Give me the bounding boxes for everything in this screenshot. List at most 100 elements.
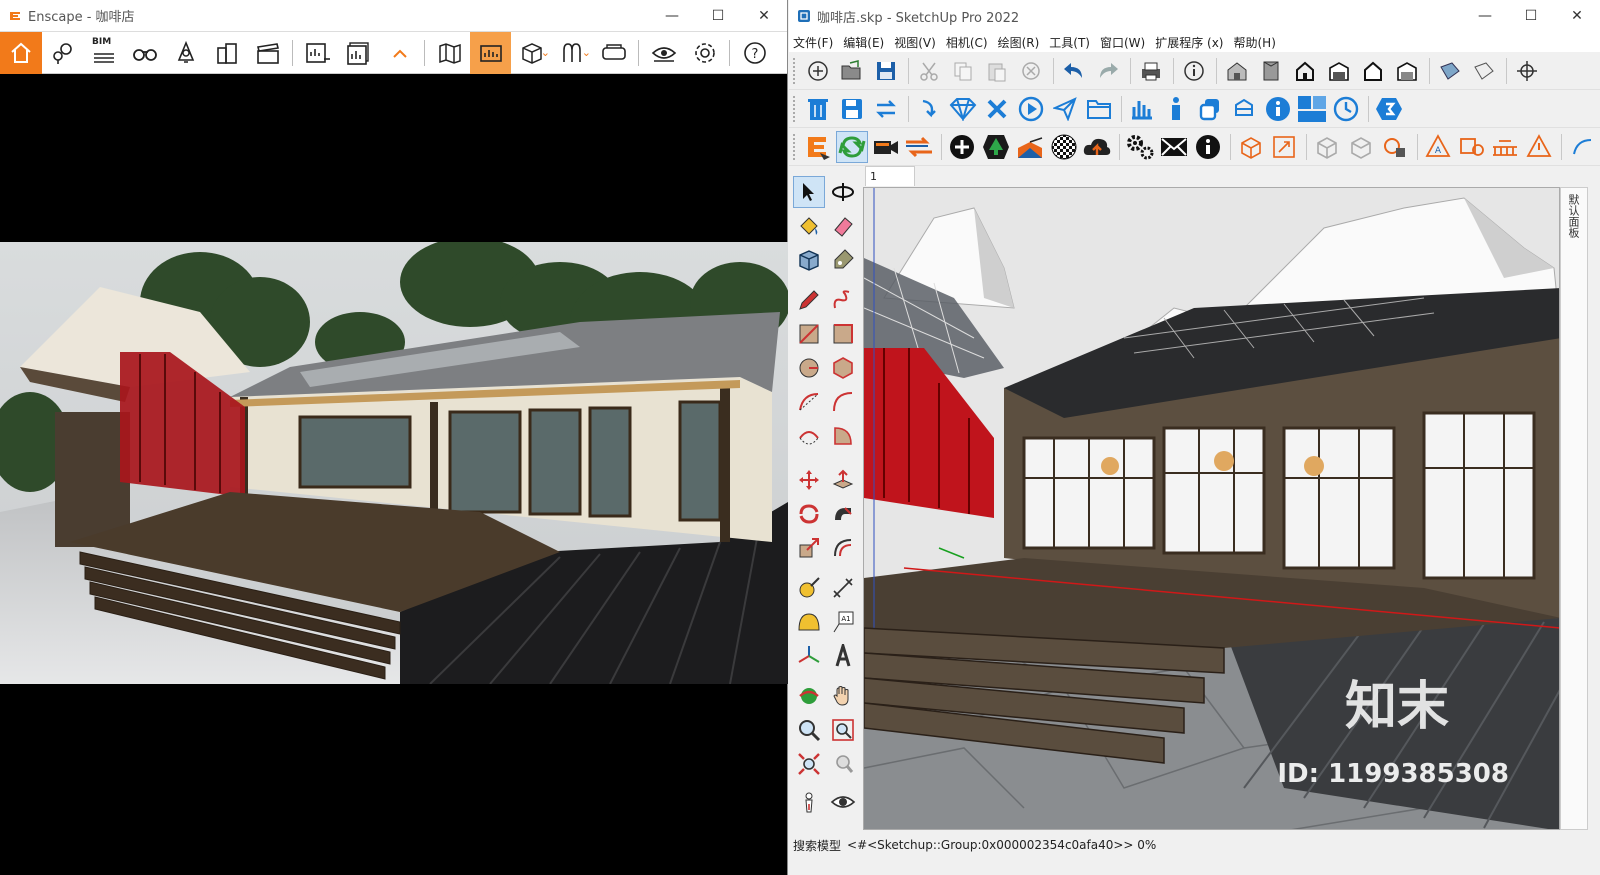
save-button[interactable] — [870, 55, 902, 87]
rotated-rectangle-tool[interactable] — [827, 318, 859, 350]
rotate-tool[interactable] — [793, 498, 825, 530]
layers-button[interactable] — [1228, 93, 1260, 125]
maximize-button[interactable]: ☐ — [695, 0, 741, 31]
menu-tools[interactable]: 工具(T) — [1049, 34, 1090, 51]
orbit-tool[interactable] — [793, 680, 825, 712]
three-point-arc-tool[interactable] — [793, 420, 825, 452]
binoculars-button[interactable] — [124, 32, 165, 74]
enscape-start-button[interactable] — [802, 131, 834, 163]
close-button[interactable]: ✕ — [1554, 0, 1600, 32]
move-tool[interactable] — [793, 464, 825, 496]
new-button[interactable] — [802, 55, 834, 87]
close-button[interactable]: ✕ — [741, 0, 787, 31]
rectangle-tool[interactable] — [793, 318, 825, 350]
print-button[interactable] — [1135, 55, 1167, 87]
previous-view-tool[interactable] — [827, 748, 859, 780]
curve-arrow-button[interactable] — [913, 93, 945, 125]
erase-button[interactable] — [1015, 55, 1047, 87]
back-edges-button[interactable] — [1468, 55, 1500, 87]
buildings-button[interactable] — [206, 32, 247, 74]
bell-button[interactable] — [165, 32, 206, 74]
menu-edit[interactable]: 编辑(E) — [843, 34, 884, 51]
play-button[interactable] — [1015, 93, 1047, 125]
look-around-tool[interactable] — [827, 786, 859, 818]
maximize-button[interactable]: ☐ — [1508, 0, 1554, 32]
panels-button[interactable] — [1296, 93, 1328, 125]
tree-button[interactable] — [980, 131, 1012, 163]
render-export-button[interactable] — [297, 32, 338, 74]
push-pull-tool[interactable] — [827, 464, 859, 496]
polygon-tool[interactable] — [827, 352, 859, 384]
send-button[interactable] — [1049, 93, 1081, 125]
eye-button[interactable] — [643, 32, 684, 74]
menu-help[interactable]: 帮助(H) — [1233, 34, 1275, 51]
batch-render-button[interactable] — [338, 32, 379, 74]
gears-button[interactable] — [1124, 131, 1156, 163]
minimize-button[interactable]: — — [649, 0, 695, 31]
save-alt-button[interactable] — [836, 93, 868, 125]
scene-tab[interactable]: 1 — [865, 166, 915, 186]
delete-x-button[interactable] — [981, 93, 1013, 125]
xray-button[interactable] — [1434, 55, 1466, 87]
follow-me-tool[interactable] — [827, 498, 859, 530]
menu-extensions[interactable]: 扩展程序 (x) — [1155, 34, 1223, 51]
3d-text-tool[interactable] — [827, 640, 859, 672]
warning-tool-button[interactable] — [1523, 131, 1555, 163]
solid-tool-4-button[interactable] — [1345, 131, 1377, 163]
entity-info-button[interactable] — [1262, 93, 1294, 125]
menu-view[interactable]: 视图(V) — [894, 34, 936, 51]
zoom-tool[interactable] — [793, 714, 825, 746]
collapse-up-button[interactable] — [379, 32, 420, 74]
orbit-lasso-tool[interactable] — [827, 176, 859, 208]
minimize-button[interactable]: — — [1462, 0, 1508, 32]
default-tray[interactable]: 默认面板 — [1560, 187, 1588, 830]
select-tool[interactable] — [793, 176, 825, 208]
freehand-tool[interactable] — [827, 284, 859, 316]
cube-view-button[interactable]: ⌄ — [511, 32, 552, 74]
view-top-button[interactable] — [1255, 55, 1287, 87]
asset-library-button[interactable]: ⌄ — [552, 32, 593, 74]
tag-tool[interactable] — [827, 244, 859, 276]
vr-headset-button[interactable] — [593, 32, 634, 74]
scale-tool[interactable] — [793, 532, 825, 564]
pie-tool[interactable] — [827, 420, 859, 452]
model-info-button[interactable] — [1178, 55, 1210, 87]
map-button[interactable] — [429, 32, 470, 74]
view-right-button[interactable] — [1323, 55, 1355, 87]
enscape-render-viewport[interactable] — [0, 242, 788, 684]
sun-shadow-button[interactable] — [1014, 131, 1046, 163]
solid-tool-3-button[interactable] — [1311, 131, 1343, 163]
clapper-button[interactable] — [247, 32, 288, 74]
bim-button[interactable]: BIM — [83, 32, 124, 74]
cut-button[interactable] — [913, 55, 945, 87]
panorama-button[interactable] — [470, 31, 511, 74]
pan-tool[interactable] — [827, 680, 859, 712]
zoom-window-tool[interactable] — [827, 714, 859, 746]
diamond-button[interactable] — [947, 93, 979, 125]
add-circle-button[interactable] — [946, 131, 978, 163]
open-button[interactable] — [836, 55, 868, 87]
solid-tool-5-button[interactable] — [1379, 131, 1411, 163]
enscape-video-button[interactable] — [870, 131, 902, 163]
settings-button[interactable] — [684, 32, 725, 74]
arc-tool[interactable] — [793, 386, 825, 418]
undo-button[interactable] — [1058, 55, 1090, 87]
enscape-link-button[interactable] — [903, 131, 935, 163]
label-tool-button[interactable]: A — [1422, 131, 1454, 163]
protractor-tool[interactable] — [793, 606, 825, 638]
help-button[interactable]: ? — [734, 32, 775, 74]
component-tool[interactable] — [793, 244, 825, 276]
sketchup-model-viewport[interactable]: 知末 ID: 1199385308 — [863, 187, 1560, 830]
location-pin-button[interactable] — [42, 32, 83, 74]
menu-camera[interactable]: 相机(C) — [946, 34, 988, 51]
redo-button[interactable] — [1092, 55, 1124, 87]
paste-button[interactable] — [981, 55, 1013, 87]
view-iso-button[interactable] — [1221, 55, 1253, 87]
view-front-button[interactable] — [1289, 55, 1321, 87]
duplicate-button[interactable] — [1194, 93, 1226, 125]
solid-tool-2-button[interactable] — [1269, 131, 1301, 163]
menu-file[interactable]: 文件(F) — [793, 34, 833, 51]
eraser-tool[interactable] — [827, 210, 859, 242]
zoom-extents-tool[interactable] — [793, 748, 825, 780]
axes-button[interactable] — [1511, 55, 1543, 87]
